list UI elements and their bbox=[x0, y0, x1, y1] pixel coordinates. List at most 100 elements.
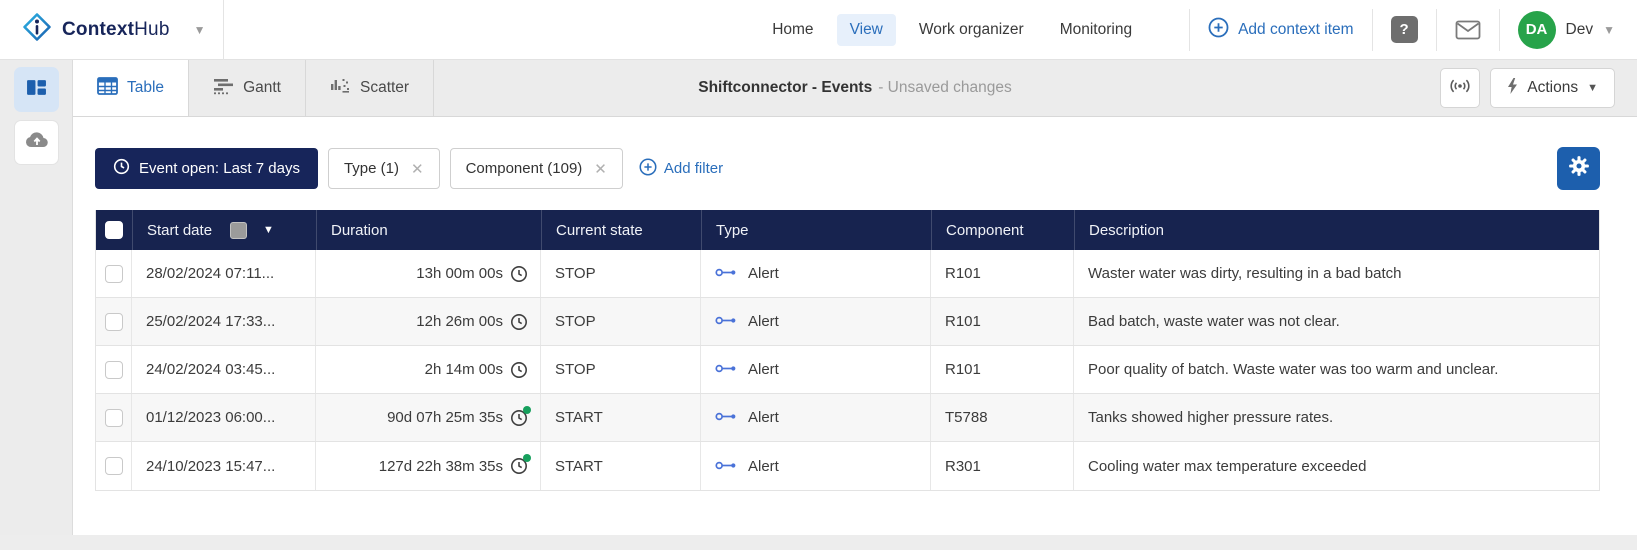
contexthub-logo-icon bbox=[22, 12, 52, 47]
select-all-checkbox[interactable] bbox=[105, 221, 123, 239]
plus-circle-icon bbox=[639, 158, 657, 180]
tab-gantt[interactable]: Gantt bbox=[189, 60, 306, 116]
user-menu[interactable]: DA Dev ▼ bbox=[1518, 11, 1615, 49]
actions-button[interactable]: Actions ▼ bbox=[1490, 68, 1615, 108]
cell-component: T5788 bbox=[931, 394, 1074, 441]
cell-current-state: STOP bbox=[541, 346, 701, 393]
clock-icon bbox=[510, 313, 528, 331]
main-content: Event open: Last 7 days Type (1) ✕ Compo… bbox=[73, 117, 1637, 535]
table-row[interactable]: 01/12/2023 06:00... 90d 07h 25m 35s STAR… bbox=[96, 394, 1599, 442]
chevron-down-icon: ▼ bbox=[1587, 82, 1598, 94]
filter-chip-event-open[interactable]: Event open: Last 7 days bbox=[95, 148, 318, 189]
cell-duration: 12h 26m 00s bbox=[316, 298, 541, 345]
event-type-icon bbox=[715, 361, 738, 378]
cell-description: Bad batch, waste water was not clear. bbox=[1074, 298, 1599, 345]
top-bar: ContextHub ▼ Home View Work organizer Mo… bbox=[0, 0, 1637, 60]
event-type-icon bbox=[715, 313, 738, 330]
column-component[interactable]: Component bbox=[931, 210, 1074, 250]
cell-duration: 127d 22h 38m 35s bbox=[316, 442, 541, 490]
column-start-date[interactable]: Start date ▼ bbox=[132, 210, 316, 250]
tab-scatter[interactable]: Scatter bbox=[306, 60, 434, 116]
row-checkbox[interactable] bbox=[105, 409, 123, 427]
filter-chip-type[interactable]: Type (1) ✕ bbox=[328, 148, 440, 189]
tab-table[interactable]: Table bbox=[73, 60, 189, 116]
cell-description: Tanks showed higher pressure rates. bbox=[1074, 394, 1599, 441]
workspace-caret-icon[interactable]: ▼ bbox=[194, 23, 206, 37]
scatter-icon bbox=[330, 77, 351, 100]
column-description[interactable]: Description bbox=[1074, 210, 1599, 250]
close-icon[interactable]: ✕ bbox=[594, 160, 607, 178]
broadcast-button[interactable] bbox=[1440, 68, 1480, 108]
row-checkbox[interactable] bbox=[105, 457, 123, 475]
chevron-down-icon: ▼ bbox=[1603, 23, 1615, 37]
cell-component: R101 bbox=[931, 346, 1074, 393]
table-row[interactable]: 24/02/2024 03:45... 2h 14m 00s STOP Aler… bbox=[96, 346, 1599, 394]
nav-view[interactable]: View bbox=[837, 14, 896, 46]
cell-duration: 90d 07h 25m 35s bbox=[316, 394, 541, 441]
table-row[interactable]: 25/02/2024 17:33... 12h 26m 00s STOP Ale… bbox=[96, 298, 1599, 346]
table-row[interactable]: 28/02/2024 07:11... 13h 00m 00s STOP Ale… bbox=[96, 250, 1599, 298]
cloud-upload-button[interactable] bbox=[14, 120, 59, 165]
divider bbox=[1436, 9, 1437, 51]
table-header: Start date ▼ Duration Current state Type… bbox=[96, 210, 1599, 250]
add-filter-button[interactable]: Add filter bbox=[639, 158, 723, 180]
gantt-icon bbox=[213, 77, 234, 100]
cell-component: R101 bbox=[931, 298, 1074, 345]
cell-description: Waster water was dirty, resulting in a b… bbox=[1074, 250, 1599, 297]
cell-duration: 2h 14m 00s bbox=[316, 346, 541, 393]
cell-component: R101 bbox=[931, 250, 1074, 297]
table-settings-button[interactable] bbox=[1557, 147, 1600, 190]
cell-type: Alert bbox=[701, 442, 931, 490]
column-duration[interactable]: Duration bbox=[316, 210, 541, 250]
running-indicator bbox=[523, 406, 531, 414]
cell-description: Poor quality of batch. Waste water was t… bbox=[1074, 346, 1599, 393]
column-type[interactable]: Type bbox=[701, 210, 931, 250]
table-row[interactable]: 24/10/2023 15:47... 127d 22h 38m 35s STA… bbox=[96, 442, 1599, 490]
cell-current-state: STOP bbox=[541, 298, 701, 345]
cell-type: Alert bbox=[701, 250, 931, 297]
add-context-item-button[interactable]: Add context item bbox=[1208, 17, 1353, 43]
help-icon[interactable]: ? bbox=[1391, 16, 1418, 43]
brand-name: ContextHub bbox=[62, 19, 170, 41]
plus-circle-icon bbox=[1208, 17, 1229, 43]
column-current-state[interactable]: Current state bbox=[541, 210, 701, 250]
filter-chip-component[interactable]: Component (109) ✕ bbox=[450, 148, 623, 189]
cell-start-date: 24/10/2023 15:47... bbox=[132, 442, 316, 490]
start-date-filter-box[interactable] bbox=[230, 222, 247, 239]
row-checkbox[interactable] bbox=[105, 265, 123, 283]
cell-start-date: 25/02/2024 17:33... bbox=[132, 298, 316, 345]
event-type-icon bbox=[715, 458, 738, 475]
event-type-icon bbox=[715, 409, 738, 426]
mail-icon[interactable] bbox=[1455, 20, 1481, 40]
avatar: DA bbox=[1518, 11, 1556, 49]
row-checkbox[interactable] bbox=[105, 313, 123, 331]
cell-type: Alert bbox=[701, 298, 931, 345]
logo[interactable]: ContextHub ▼ bbox=[22, 12, 205, 47]
lightning-icon bbox=[1507, 78, 1518, 99]
clock-icon bbox=[510, 361, 528, 379]
cell-start-date: 28/02/2024 07:11... bbox=[132, 250, 316, 297]
divider bbox=[1372, 9, 1373, 51]
table-icon bbox=[97, 77, 118, 100]
divider bbox=[1499, 9, 1500, 51]
divider bbox=[223, 0, 224, 60]
nav-monitoring[interactable]: Monitoring bbox=[1047, 14, 1145, 46]
row-checkbox[interactable] bbox=[105, 361, 123, 379]
table-body: 28/02/2024 07:11... 13h 00m 00s STOP Ale… bbox=[96, 250, 1599, 490]
broadcast-icon bbox=[1449, 79, 1471, 98]
cell-type: Alert bbox=[701, 394, 931, 441]
clock-icon bbox=[510, 409, 528, 427]
cell-start-date: 01/12/2023 06:00... bbox=[132, 394, 316, 441]
main-nav: Home View Work organizer Monitoring bbox=[759, 14, 1145, 46]
nav-work-organizer[interactable]: Work organizer bbox=[906, 14, 1037, 46]
sort-desc-icon[interactable]: ▼ bbox=[263, 224, 274, 236]
nav-home[interactable]: Home bbox=[759, 14, 826, 46]
divider bbox=[1189, 9, 1190, 51]
cell-start-date: 24/02/2024 03:45... bbox=[132, 346, 316, 393]
left-rail bbox=[0, 60, 73, 535]
clock-icon bbox=[510, 265, 528, 283]
clock-icon bbox=[113, 158, 130, 179]
dashboard-layout-button[interactable] bbox=[14, 67, 59, 112]
view-toolbar: Table Gantt Scatter Shiftconnector - Eve… bbox=[73, 60, 1637, 117]
close-icon[interactable]: ✕ bbox=[411, 160, 424, 178]
